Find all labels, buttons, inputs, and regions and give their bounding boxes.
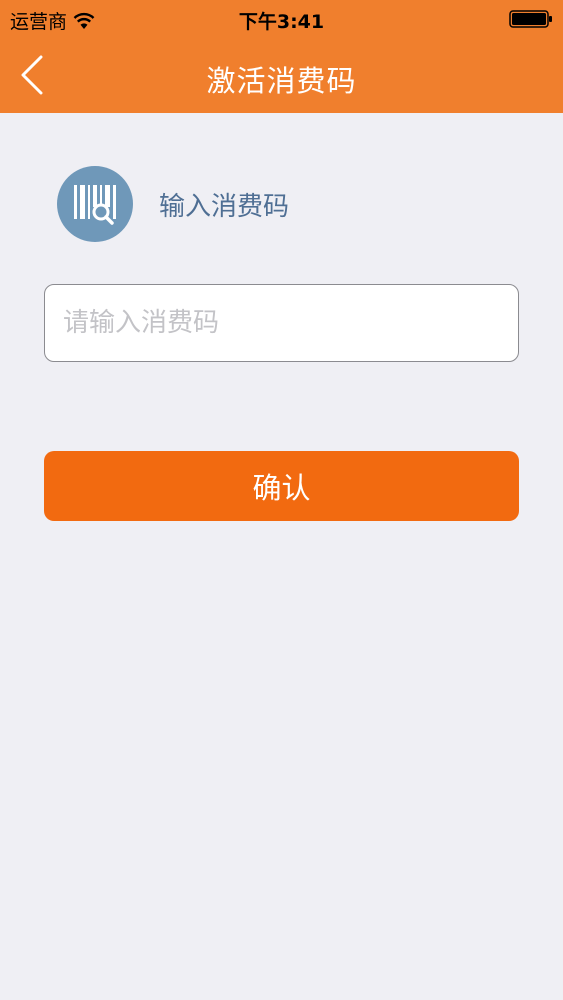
confirm-button[interactable]: 确认: [44, 451, 519, 521]
consume-code-input[interactable]: [44, 284, 519, 362]
status-time: 下午3:41: [238, 11, 325, 33]
barcode-search-icon: [57, 166, 133, 242]
section-label: 输入消费码: [159, 191, 290, 222]
nav-bar: 激活消费码: [0, 38, 563, 113]
section-header: 输入消费码: [57, 166, 289, 242]
status-bar: 运营商 下午3:41: [0, 0, 563, 38]
screen: 运营商 下午3:41 激活消费码 输入消费码 请输入消费码 确认: [0, 0, 563, 1000]
barcode-glyph: [74, 185, 116, 225]
battery-icon: [509, 10, 552, 28]
page-title: 激活消费码: [206, 64, 357, 98]
